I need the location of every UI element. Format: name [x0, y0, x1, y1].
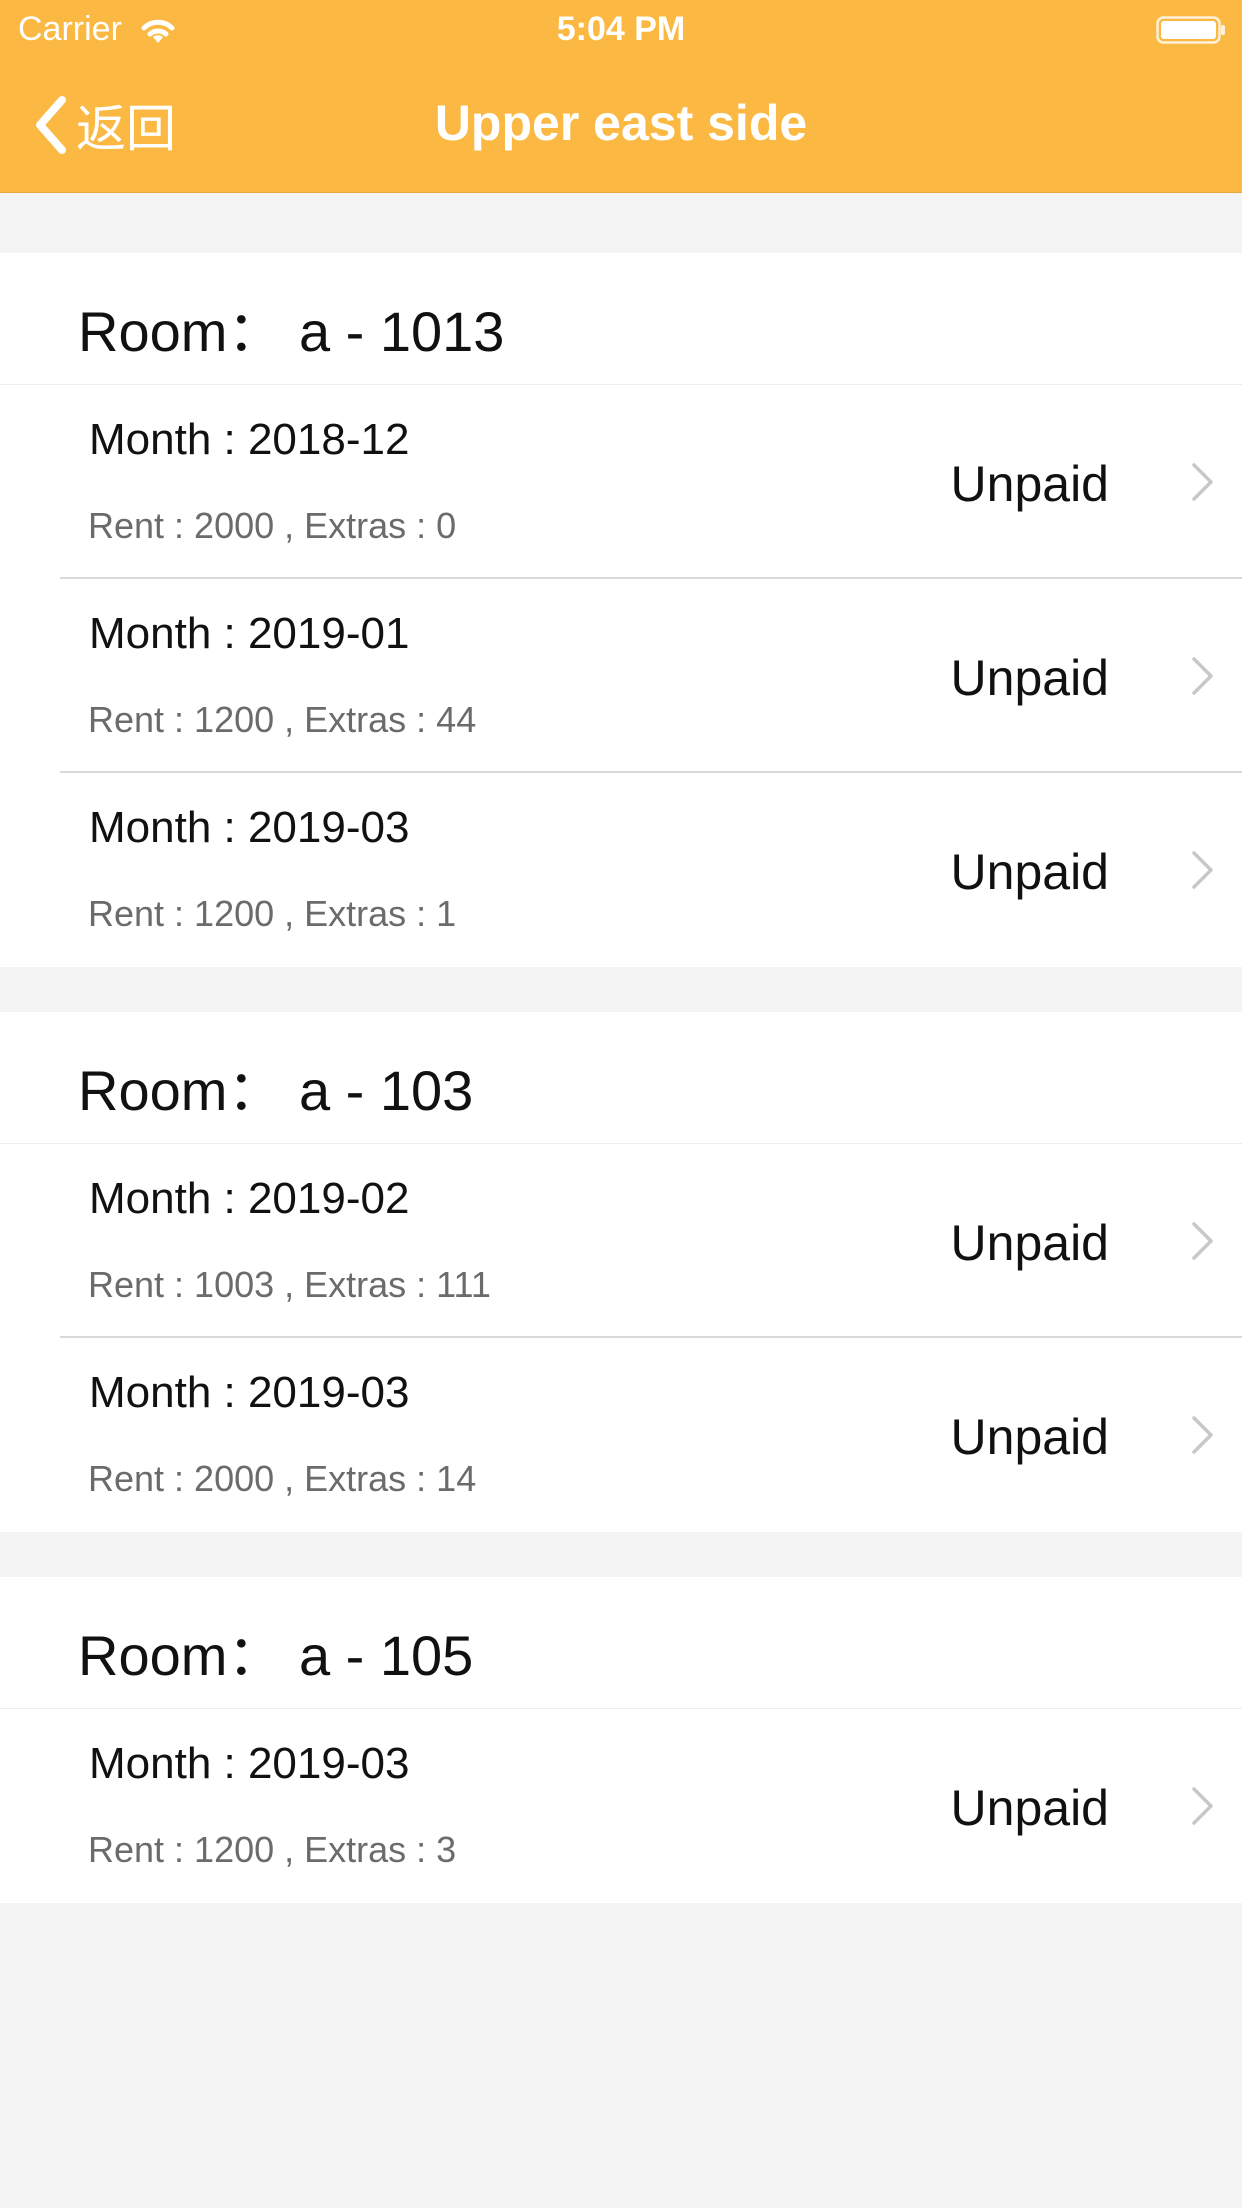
bill-detail: Rent : 1200 , Extras : 44	[88, 699, 477, 740]
bill-row[interactable]: Month : 2019-02 Rent : 1003 , Extras : 1…	[0, 1144, 1242, 1338]
bill-status: Unpaid	[950, 1780, 1109, 1836]
bill-row[interactable]: Month : 2018-12 Rent : 2000 , Extras : 0…	[0, 385, 1242, 579]
room-header: Room： a - 103	[0, 1012, 1242, 1144]
bill-status: Unpaid	[950, 844, 1109, 900]
room-title: Room： a - 1013	[78, 300, 505, 363]
room-section: Room： a - 1013 Month : 2018-12 Rent : 20…	[0, 253, 1242, 967]
room-header: Room： a - 105	[0, 1577, 1242, 1709]
bill-status: Unpaid	[950, 650, 1109, 706]
bill-list: Room： a - 1013 Month : 2018-12 Rent : 20…	[0, 193, 1242, 1903]
chevron-right-icon	[1192, 657, 1213, 695]
status-time: 5:04 PM	[556, 10, 686, 48]
room-header: Room： a - 1013	[0, 253, 1242, 385]
room-title: Room： a - 103	[78, 1059, 474, 1122]
bill-row[interactable]: Month : 2019-01 Rent : 1200 , Extras : 4…	[0, 579, 1242, 773]
top-bar: Carrier 5:04 PM 返回 Upper east side	[0, 0, 1242, 193]
bill-detail: Rent : 1200 , Extras : 1	[88, 893, 457, 934]
bill-status: Unpaid	[950, 1409, 1109, 1465]
chevron-right-icon	[1192, 851, 1213, 889]
bill-status: Unpaid	[950, 456, 1109, 512]
bill-month: Month : 2018-12	[89, 415, 410, 464]
status-bar: Carrier 5:04 PM	[0, 0, 1242, 60]
room-title: Room： a - 105	[78, 1624, 474, 1687]
bill-status: Unpaid	[950, 1215, 1109, 1271]
chevron-right-icon	[1192, 1222, 1213, 1260]
bill-row[interactable]: Month : 2019-03 Rent : 1200 , Extras : 1…	[0, 773, 1242, 967]
bill-month: Month : 2019-03	[89, 1368, 410, 1417]
navigation-bar: 返回 Upper east side	[0, 60, 1242, 192]
battery-icon	[1156, 16, 1225, 44]
bill-detail: Rent : 2000 , Extras : 14	[88, 1458, 477, 1499]
chevron-right-icon	[1192, 1787, 1213, 1825]
bill-row[interactable]: Month : 2019-03 Rent : 1200 , Extras : 3…	[0, 1709, 1242, 1903]
room-section: Room： a - 105 Month : 2019-03 Rent : 120…	[0, 1577, 1242, 1903]
bill-month: Month : 2019-03	[89, 1739, 410, 1788]
page-title: Upper east side	[434, 95, 808, 151]
bill-month: Month : 2019-02	[89, 1174, 410, 1223]
room-section: Room： a - 103 Month : 2019-02 Rent : 100…	[0, 1012, 1242, 1532]
bill-detail: Rent : 1200 , Extras : 3	[88, 1829, 457, 1870]
chevron-right-icon	[1192, 1416, 1213, 1454]
chevron-right-icon	[1192, 463, 1213, 501]
bill-detail: Rent : 1003 , Extras : 111	[88, 1264, 491, 1305]
bill-row[interactable]: Month : 2019-03 Rent : 2000 , Extras : 1…	[0, 1338, 1242, 1532]
bill-month: Month : 2019-03	[89, 803, 410, 852]
bill-month: Month : 2019-01	[89, 609, 410, 658]
bill-detail: Rent : 2000 , Extras : 0	[88, 505, 457, 546]
